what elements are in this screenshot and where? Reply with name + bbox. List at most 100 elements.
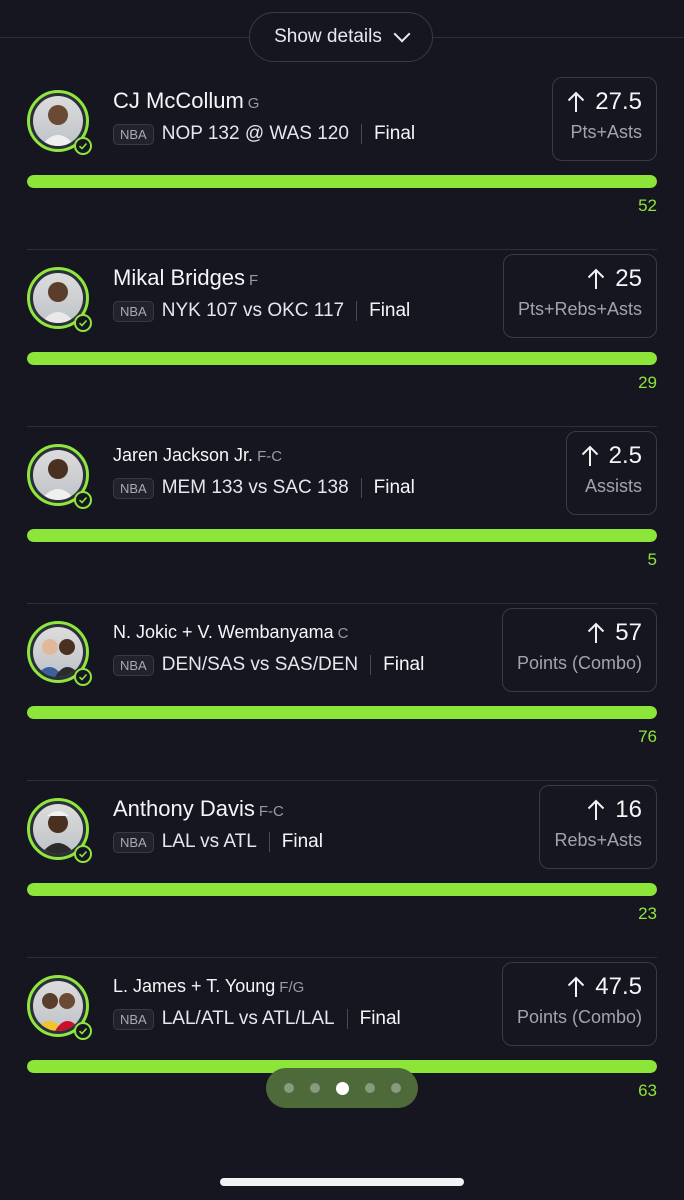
league-badge: NBA [113, 1008, 154, 1030]
projection-box[interactable]: 27.5 Pts+Asts [552, 77, 657, 161]
matchup-score: LAL vs ATL [161, 831, 257, 852]
stat-type: Points (Combo) [516, 653, 642, 673]
info-divider [356, 301, 358, 321]
show-details-label: Show details [274, 26, 382, 47]
progress-bar [27, 529, 657, 542]
game-status: Final [383, 654, 425, 675]
player-position: F/G [279, 979, 305, 996]
game-status: Final [369, 300, 411, 321]
projection-line: 2.5 [608, 442, 642, 469]
progress-bar [27, 706, 657, 719]
stat-type: Pts+Asts [570, 122, 642, 142]
check-icon [74, 845, 92, 863]
projection-box[interactable]: 16 Rebs+Asts [539, 785, 657, 869]
league-badge: NBA [113, 123, 154, 145]
page-dot[interactable] [335, 1081, 349, 1095]
league-badge: NBA [113, 477, 154, 499]
pick-card[interactable]: Jaren Jackson Jr. F-C NBA MEM 133 vs SAC … [0, 427, 684, 604]
info-divider [346, 1009, 348, 1029]
page-dot[interactable] [364, 1083, 375, 1093]
pick-card[interactable]: Anthony Davis F-C NBA LAL vs ATL Final 16… [0, 781, 684, 958]
stat-type: Points (Combo) [516, 1007, 642, 1027]
player-avatar [27, 444, 92, 509]
player-position: F [249, 272, 259, 289]
game-info: NBA LAL vs ATL Final [113, 831, 323, 853]
progress-bar [27, 175, 657, 188]
arrow-up-icon [587, 799, 605, 821]
info-divider [370, 655, 372, 675]
arrow-up-icon [581, 445, 599, 467]
matchup-score: NOP 132 @ WAS 120 [161, 123, 349, 144]
projection-box[interactable]: 47.5 Points (Combo) [501, 962, 657, 1046]
page-dot[interactable] [390, 1083, 401, 1093]
game-info: NBA DEN/SAS vs SAS/DEN Final [113, 654, 424, 676]
projection-box[interactable]: 57 Points (Combo) [501, 608, 657, 692]
player-avatar [27, 90, 92, 155]
projection-line: 25 [615, 265, 642, 292]
game-info: NBA LAL/ATL vs ATL/LAL Final [113, 1008, 401, 1030]
pick-card[interactable]: N. Jokic + V. Wembanyama C NBA DEN/SAS vs… [0, 604, 684, 781]
actual-value: 29 [638, 373, 657, 392]
check-icon [74, 314, 92, 332]
player-name: Jaren Jackson Jr. F-C [113, 445, 283, 465]
player-avatar [27, 975, 92, 1040]
player-name: Anthony Davis F-C [113, 796, 284, 821]
matchup-score: MEM 133 vs SAC 138 [161, 477, 349, 498]
player-position: F-C [258, 803, 284, 820]
chevron-down-icon [393, 25, 411, 43]
game-status: Final [281, 831, 323, 852]
player-avatar [27, 798, 92, 863]
progress-bar [27, 352, 657, 365]
progress-bar [27, 883, 657, 896]
stat-type: Pts+Rebs+Asts [517, 299, 642, 319]
game-info: NBA MEM 133 vs SAC 138 Final [113, 477, 415, 499]
player-position: F-C [257, 448, 283, 465]
projection-box[interactable]: 25 Pts+Rebs+Asts [502, 254, 657, 338]
actual-value: 52 [638, 196, 657, 215]
stat-type: Rebs+Asts [554, 830, 642, 850]
projection-line: 16 [615, 796, 642, 823]
pick-card[interactable]: Mikal Bridges F NBA NYK 107 vs OKC 117 Fi… [0, 250, 684, 427]
check-icon [74, 1022, 92, 1040]
game-info: NBA NYK 107 vs OKC 117 Final [113, 300, 410, 322]
league-badge: NBA [113, 654, 154, 676]
actual-value: 5 [647, 550, 657, 569]
stat-type: Assists [584, 476, 642, 496]
check-icon [74, 491, 92, 509]
matchup-score: NYK 107 vs OKC 117 [161, 300, 345, 321]
check-icon [74, 668, 92, 686]
pick-card[interactable]: L. James + T. Young F/G NBA LAL/ATL vs AT… [0, 958, 684, 1135]
projection-line: 57 [615, 619, 642, 646]
player-position: C [337, 625, 349, 642]
player-name: N. Jokic + V. Wembanyama C [113, 622, 349, 642]
projection-box[interactable]: 2.5 Assists [565, 431, 657, 515]
page-indicator[interactable] [266, 1068, 418, 1108]
actual-value: 76 [638, 727, 657, 746]
game-info: NBA NOP 132 @ WAS 120 Final [113, 123, 415, 145]
arrow-up-icon [567, 91, 585, 113]
game-status: Final [373, 477, 415, 498]
pick-card[interactable]: CJ McCollum G NBA NOP 132 @ WAS 120 Final… [0, 73, 684, 250]
page-dot[interactable] [309, 1083, 320, 1093]
projection-line: 27.5 [595, 88, 642, 115]
game-status: Final [373, 123, 416, 144]
projection-line: 47.5 [595, 973, 642, 1000]
info-divider [360, 478, 362, 498]
league-badge: NBA [113, 831, 154, 853]
arrow-up-icon [587, 622, 605, 644]
home-indicator[interactable] [220, 1178, 464, 1186]
league-badge: NBA [113, 300, 154, 322]
actual-value: 63 [638, 1081, 657, 1100]
page-dot[interactable] [283, 1083, 294, 1093]
arrow-up-icon [587, 268, 605, 290]
info-divider [268, 832, 270, 852]
player-name: CJ McCollum G [113, 88, 260, 113]
player-name: L. James + T. Young F/G [113, 976, 305, 996]
player-position: G [247, 95, 260, 112]
show-details-button[interactable]: Show details [249, 12, 433, 62]
player-avatar [27, 621, 92, 686]
matchup-score: DEN/SAS vs SAS/DEN [161, 654, 359, 675]
check-icon [74, 137, 92, 155]
arrow-up-icon [567, 976, 585, 998]
actual-value: 23 [638, 904, 657, 923]
